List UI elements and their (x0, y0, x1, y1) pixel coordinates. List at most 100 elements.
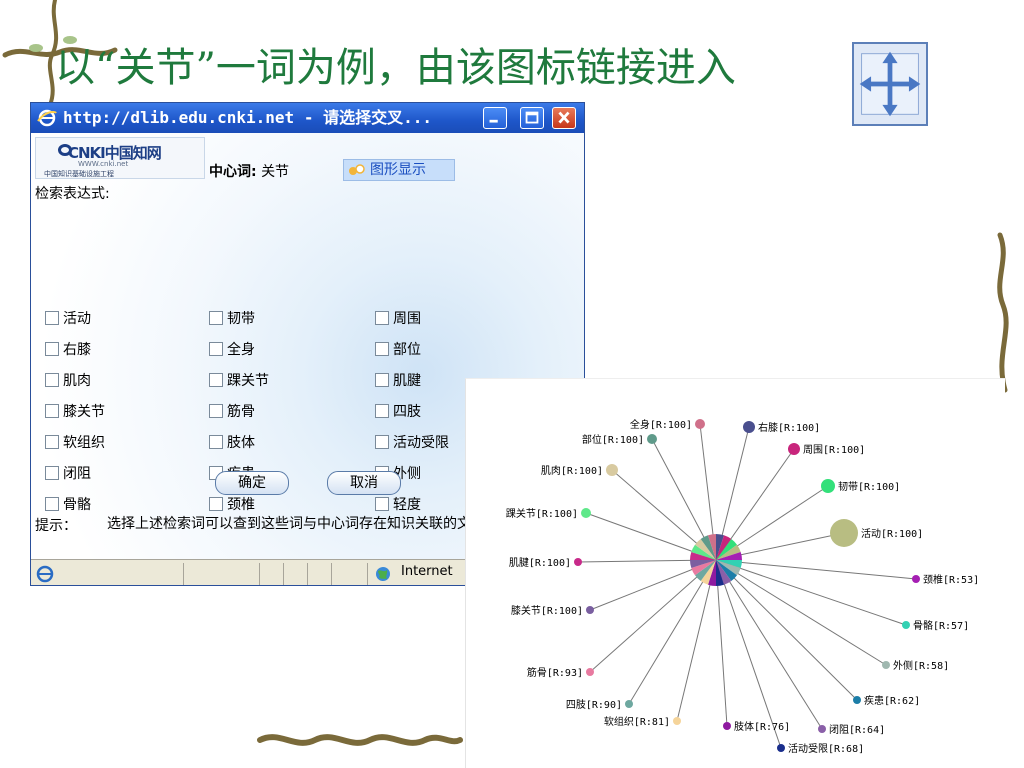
term-checkbox[interactable] (209, 311, 223, 325)
term-option[interactable]: 韧带 (209, 309, 255, 329)
term-checkbox[interactable] (375, 404, 389, 418)
graph-node[interactable] (723, 722, 731, 730)
term-option[interactable]: 肌腱 (375, 371, 421, 391)
term-label: 四肢 (393, 404, 421, 420)
graph-node-label[interactable]: 闭阻[R:64] (829, 723, 885, 736)
term-option[interactable]: 踝关节 (209, 371, 269, 391)
term-checkbox[interactable] (45, 311, 59, 325)
graph-node-label[interactable]: 周围[R:100] (803, 444, 865, 456)
term-option[interactable]: 全身 (209, 340, 255, 360)
term-checkbox[interactable] (45, 342, 59, 356)
search-expression-label: 检索表达式: (35, 186, 110, 202)
term-option[interactable]: 轻度 (375, 495, 421, 515)
graph-node-label[interactable]: 肢体[R:76] (734, 720, 790, 733)
graph-node[interactable] (574, 558, 582, 566)
term-checkbox[interactable] (209, 342, 223, 356)
graph-node-label[interactable]: 全身[R:100] (630, 418, 692, 431)
close-button[interactable] (552, 107, 576, 129)
term-option[interactable]: 四肢 (375, 402, 421, 422)
graph-node[interactable] (830, 519, 858, 547)
term-checkbox[interactable] (45, 466, 59, 480)
graph-display-button[interactable]: 图形显示 (343, 159, 455, 181)
graph-node-label[interactable]: 骨骼[R:57] (913, 619, 969, 632)
graph-node[interactable] (625, 700, 633, 708)
term-checkbox[interactable] (375, 497, 389, 511)
graph-node[interactable] (606, 464, 618, 476)
status-separator (283, 563, 284, 585)
window-titlebar[interactable]: http://dlib.edu.cnki.net - 请选择交叉... (31, 103, 584, 133)
graph-node[interactable] (586, 606, 594, 614)
maximize-button[interactable] (520, 107, 544, 129)
term-option[interactable]: 闭阻 (45, 464, 91, 484)
graph-node-label[interactable]: 活动受限[R:68] (788, 743, 864, 755)
graph-node-label[interactable]: 部位[R:100] (582, 433, 644, 446)
term-checkbox[interactable] (45, 435, 59, 449)
graph-node[interactable] (902, 621, 910, 629)
center-word-row: 中心词: 关节 (209, 161, 289, 181)
graph-node-label[interactable]: 膝关节[R:100] (511, 604, 583, 617)
term-option[interactable]: 软组织 (45, 433, 105, 453)
graph-node-label[interactable]: 肌肉[R:100] (541, 464, 603, 477)
graph-node-label[interactable]: 疾患[R:62] (864, 694, 920, 707)
graph-node-label[interactable]: 踝关节[R:100] (506, 507, 578, 520)
globe-icon (376, 567, 390, 581)
graph-node[interactable] (853, 696, 861, 704)
graph-node-label[interactable]: 肌腱[R:100] (509, 557, 571, 569)
term-label: 膝关节 (63, 404, 105, 420)
cancel-button[interactable]: 取消 (327, 471, 401, 495)
page-icon (36, 565, 54, 583)
term-checkbox[interactable] (45, 404, 59, 418)
graph-node-label[interactable]: 筋骨[R:93] (527, 666, 583, 679)
term-checkbox[interactable] (375, 373, 389, 387)
graph-node[interactable] (788, 443, 800, 455)
term-checkbox[interactable] (375, 342, 389, 356)
term-checkbox[interactable] (45, 497, 59, 511)
graph-node-label[interactable]: 外侧[R:58] (893, 659, 949, 672)
graph-node-label[interactable]: 颈椎[R:53] (923, 573, 979, 586)
term-checkbox[interactable] (209, 373, 223, 387)
term-option[interactable]: 骨骼 (45, 495, 91, 515)
term-option[interactable]: 颈椎 (209, 495, 255, 515)
graph-node[interactable] (581, 508, 591, 518)
graph-node-label[interactable]: 活动[R:100] (861, 528, 923, 540)
graph-node[interactable] (821, 479, 835, 493)
term-option[interactable]: 活动受限 (375, 433, 449, 453)
term-option[interactable]: 筋骨 (209, 402, 255, 422)
graph-node-label[interactable]: 右膝[R:100] (758, 421, 820, 434)
term-checkbox[interactable] (209, 435, 223, 449)
term-checkbox[interactable] (209, 404, 223, 418)
term-option[interactable]: 肢体 (209, 433, 255, 453)
term-label: 骨骼 (63, 497, 91, 513)
term-label: 闭阻 (63, 466, 91, 482)
ok-button[interactable]: 确定 (215, 471, 289, 495)
term-option[interactable]: 右膝 (45, 340, 91, 360)
graph-node[interactable] (586, 668, 594, 676)
term-checkbox[interactable] (375, 435, 389, 449)
graph-node-label[interactable]: 四肢[R:90] (566, 698, 622, 711)
term-option[interactable]: 周围 (375, 309, 421, 329)
graph-node[interactable] (912, 575, 920, 583)
graph-node[interactable] (882, 661, 890, 669)
term-checkbox[interactable] (209, 497, 223, 511)
term-option[interactable]: 膝关节 (45, 402, 105, 422)
graph-node[interactable] (647, 434, 657, 444)
term-label: 踝关节 (227, 373, 269, 389)
graph-node[interactable] (695, 419, 705, 429)
term-option[interactable]: 部位 (375, 340, 421, 360)
graph-node[interactable] (777, 744, 785, 752)
minimize-button[interactable] (483, 107, 507, 129)
term-option[interactable]: 肌肉 (45, 371, 91, 391)
term-checkbox[interactable] (375, 311, 389, 325)
center-word: 关节 (261, 164, 290, 180)
graph-link-icon[interactable] (852, 42, 928, 126)
graph-node[interactable] (743, 421, 755, 433)
term-option[interactable]: 活动 (45, 309, 91, 329)
vine-decoration-right (997, 232, 1009, 393)
graph-node-label[interactable]: 软组织[R:81] (604, 715, 670, 728)
graph-node[interactable] (673, 717, 681, 725)
term-checkbox[interactable] (45, 373, 59, 387)
graph-node-label[interactable]: 韧带[R:100] (838, 481, 900, 493)
status-separator (331, 563, 332, 585)
graph-node[interactable] (818, 725, 826, 733)
term-label: 部位 (393, 342, 421, 358)
